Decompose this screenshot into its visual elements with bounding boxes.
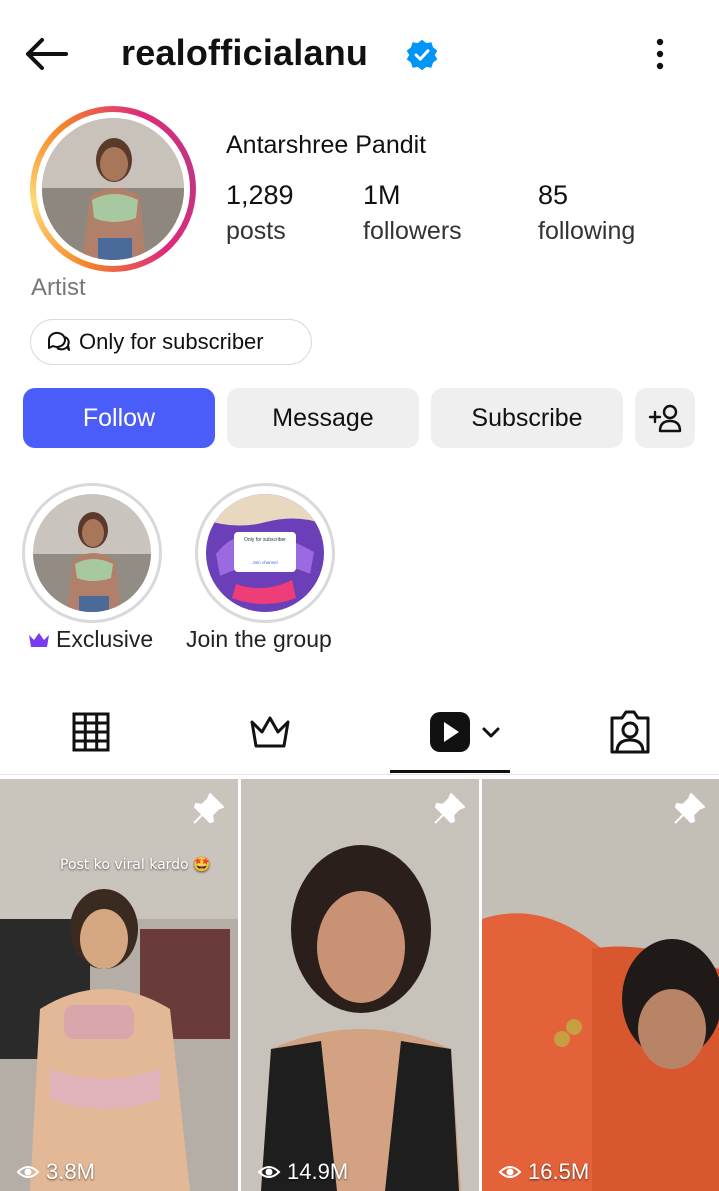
highlight-thumb-title: Only for subscriber: [244, 537, 286, 543]
highlight-exclusive-text: Exclusive: [56, 626, 154, 652]
followers-label: followers: [363, 217, 462, 245]
active-tab-indicator: [390, 770, 510, 773]
posts-count: 1,289: [226, 180, 294, 210]
profile-username: realofficialanu: [121, 32, 369, 73]
eye-icon: [498, 1166, 522, 1178]
channel-chip-label: Only for subscriber: [79, 329, 264, 354]
suggest-accounts-button[interactable]: [635, 388, 695, 448]
following-count: 85: [538, 180, 569, 210]
pin-icon: [193, 793, 224, 824]
profile-avatar[interactable]: [30, 106, 196, 272]
reel-views-text: 3.8M: [46, 1159, 95, 1184]
verified-badge-icon: [406, 39, 438, 71]
message-button[interactable]: Message: [227, 388, 419, 448]
avatar-photo: [42, 118, 184, 260]
following-stat[interactable]: 85 following: [538, 180, 635, 246]
followers-count: 1M: [363, 180, 401, 210]
more-options-icon[interactable]: [640, 34, 680, 74]
subscribe-button[interactable]: Subscribe: [431, 388, 623, 448]
posts-label: posts: [226, 217, 286, 245]
highlight-join-group-label[interactable]: Join the group: [186, 626, 332, 653]
highlight-join-group-thumbnail: Only for subscriber Join channel: [206, 494, 324, 612]
reel-views-text: 14.9M: [287, 1159, 349, 1184]
highlight-exclusive-label[interactable]: Exclusive: [28, 626, 153, 653]
crown-icon[interactable]: [248, 708, 292, 756]
broadcast-channel-chip[interactable]: Only for subscriber: [30, 319, 312, 365]
profile-tabs: [0, 690, 719, 776]
reel-views-text: 16.5M: [528, 1159, 590, 1184]
crown-icon: [29, 632, 49, 647]
top-bar: realofficialanu: [0, 0, 719, 108]
reel-view-count: 14.9M: [257, 1159, 348, 1185]
reel-overlay-text: Post ko viral kardo 🤩: [60, 857, 211, 873]
reel-view-count: 16.5M: [498, 1159, 589, 1185]
reel-thumbnail: [0, 779, 238, 1191]
highlight-join-group[interactable]: Only for subscriber Join channel: [195, 483, 335, 623]
chat-bubbles-icon: [47, 331, 70, 351]
tagged-icon[interactable]: [608, 708, 652, 756]
tab-divider: [0, 774, 719, 775]
pin-icon: [434, 793, 465, 824]
back-arrow-icon[interactable]: [20, 32, 70, 76]
highlight-exclusive[interactable]: [22, 483, 162, 623]
follow-button[interactable]: Follow: [23, 388, 215, 448]
display-name: Antarshree Pandit: [226, 131, 427, 159]
profile-category: Artist: [31, 274, 86, 301]
highlight-thumb-button: Join channel: [252, 560, 278, 565]
add-user-icon: [648, 404, 682, 433]
grid-icon[interactable]: [72, 708, 110, 756]
reel-tile[interactable]: Post ko viral kardo 🤩 3.8M: [0, 779, 238, 1191]
followers-stat[interactable]: 1M followers: [363, 180, 462, 246]
reel-thumbnail: [241, 779, 479, 1191]
pin-icon: [674, 793, 705, 824]
eye-icon: [16, 1166, 40, 1178]
posts-stat[interactable]: 1,289 posts: [226, 180, 294, 246]
reel-thumbnail: [482, 779, 719, 1191]
reel-view-count: 3.8M: [16, 1159, 95, 1185]
reels-icon[interactable]: [428, 708, 506, 756]
reels-grid: Post ko viral kardo 🤩 3.8M 14.9M 16.5M: [0, 779, 719, 1191]
eye-icon: [257, 1166, 281, 1178]
reel-tile[interactable]: 16.5M: [482, 779, 719, 1191]
highlight-exclusive-thumbnail: [33, 494, 151, 612]
avatar-illustration: [42, 118, 184, 260]
reel-tile[interactable]: 14.9M: [241, 779, 479, 1191]
following-label: following: [538, 217, 636, 245]
